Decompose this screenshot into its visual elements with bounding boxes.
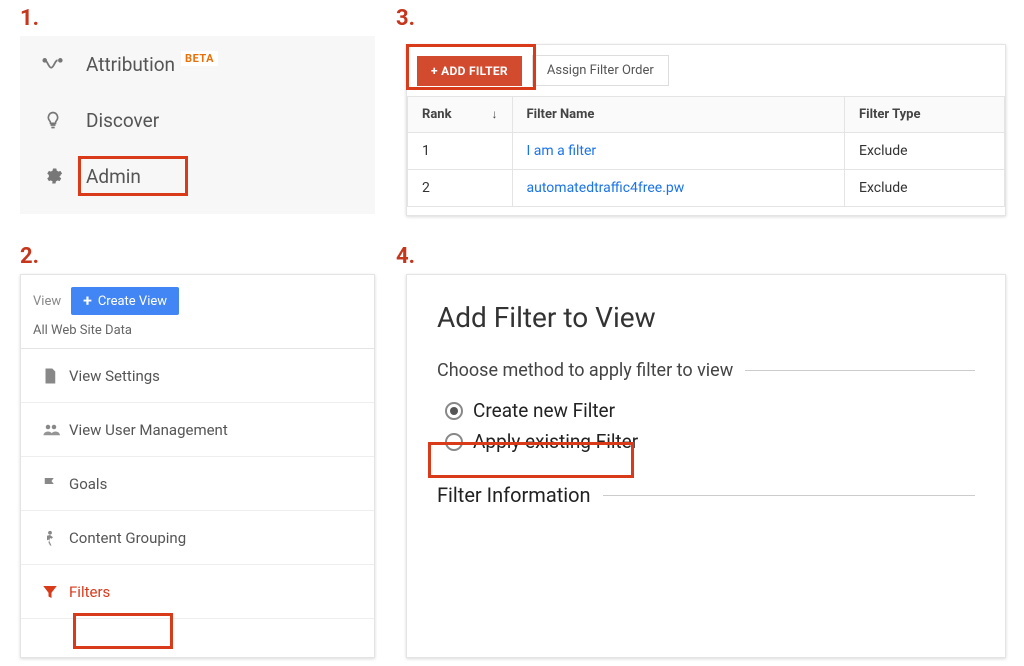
panel-1-admin-nav: Attribution BETA Discover Admin [20,36,375,214]
table-row: 1 I am a filter Exclude [408,133,1005,170]
choose-method-label: Choose method to apply filter to view [437,360,733,381]
document-icon [41,367,69,385]
step-4-label: 4. [396,244,415,269]
cell-rank: 1 [408,133,513,170]
menu-view-settings-label: View Settings [69,367,160,385]
lightbulb-icon [38,110,68,130]
col-filter-name[interactable]: Filter Name [512,97,844,133]
beta-badge: BETA [181,51,218,66]
nav-discover[interactable]: Discover [20,92,375,148]
menu-user-management[interactable]: View User Management [21,403,374,457]
gear-icon [38,166,68,186]
filters-table: Rank↓ Filter Name Filter Type 1 I am a f… [407,96,1005,207]
menu-filters-label: Filters [69,583,110,601]
radio-create-new[interactable]: Create new Filter [445,399,975,422]
cell-type: Exclude [845,170,1005,207]
nav-discover-label: Discover [86,109,159,132]
radio-create-label: Create new Filter [473,399,615,422]
assign-filter-order-button[interactable]: Assign Filter Order [532,55,669,86]
cell-rank: 2 [408,170,513,207]
highlight-add-filter [406,44,536,90]
highlight-filters [73,613,173,649]
person-walk-icon [41,529,69,547]
menu-view-settings[interactable]: View Settings [21,349,374,403]
cell-type: Exclude [845,133,1005,170]
step-1-label: 1. [20,6,39,31]
menu-user-management-label: View User Management [69,421,228,439]
flag-icon [41,475,69,493]
view-subtitle: All Web Site Data [21,323,374,348]
view-label: View [33,294,61,309]
menu-content-grouping[interactable]: Content Grouping [21,511,374,565]
menu-content-grouping-label: Content Grouping [69,529,186,547]
nav-admin[interactable]: Admin [20,148,375,204]
nav-attribution[interactable]: Attribution BETA [20,36,375,92]
step-3-label: 3. [396,6,415,31]
step-2-label: 2. [20,244,39,269]
create-view-label: Create View [98,294,167,309]
menu-filters[interactable]: Filters [21,565,374,619]
table-row: 2 automatedtraffic4free.pw Exclude [408,170,1005,207]
divider [745,370,975,371]
menu-goals[interactable]: Goals [21,457,374,511]
nav-attribution-label: Attribution [86,53,175,76]
create-view-button[interactable]: + Create View [71,287,179,315]
filter-info-label: Filter Information [437,483,591,507]
divider [603,495,975,496]
col-rank[interactable]: Rank↓ [408,97,513,133]
filter-link[interactable]: automatedtraffic4free.pw [527,180,685,196]
users-icon [41,421,69,439]
highlight-admin [78,156,188,196]
page-title: Add Filter to View [437,301,975,334]
attribution-icon [38,53,68,75]
plus-icon: + [83,293,92,309]
filter-link[interactable]: I am a filter [527,143,597,159]
radio-icon-selected [445,402,463,420]
col-filter-type[interactable]: Filter Type [845,97,1005,133]
funnel-icon [41,583,69,601]
highlight-create-new [428,442,634,478]
sort-down-icon: ↓ [492,107,498,121]
menu-goals-label: Goals [69,475,107,493]
panel-2-view-menu: View + Create View All Web Site Data Vie… [20,274,375,658]
